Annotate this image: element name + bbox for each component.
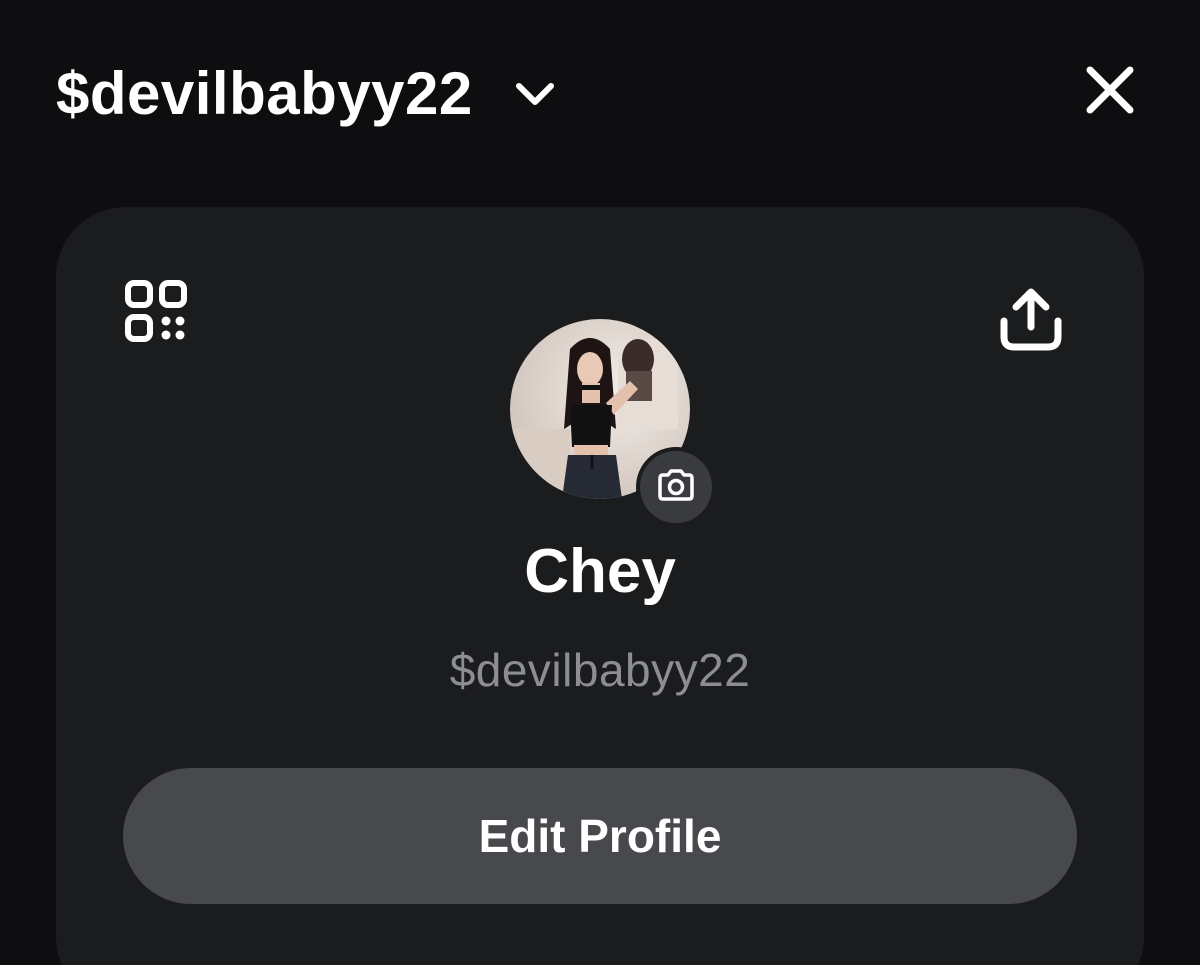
close-icon <box>1084 64 1136 121</box>
change-photo-button[interactable] <box>636 447 716 527</box>
header-cashtag: $devilbabyy22 <box>56 60 473 127</box>
camera-icon <box>656 468 696 507</box>
close-button[interactable] <box>1080 62 1140 122</box>
share-icon <box>998 288 1064 357</box>
qr-code-button[interactable] <box>124 279 188 343</box>
account-switcher[interactable]: $devilbabyy22 <box>56 58 557 130</box>
share-button[interactable] <box>998 287 1064 353</box>
display-name: Chey <box>524 537 676 606</box>
qr-code-icon <box>124 280 188 347</box>
profile-cashtag: $devilbabyy22 <box>449 644 751 696</box>
chevron-down-icon <box>513 72 557 116</box>
profile-screen: $devilbabyy22 Chey $devilbabyy22 Edit Pr… <box>0 0 1200 965</box>
profile-card: Chey $devilbabyy22 Edit Profile <box>56 207 1144 965</box>
edit-profile-button[interactable]: Edit Profile <box>123 768 1077 904</box>
